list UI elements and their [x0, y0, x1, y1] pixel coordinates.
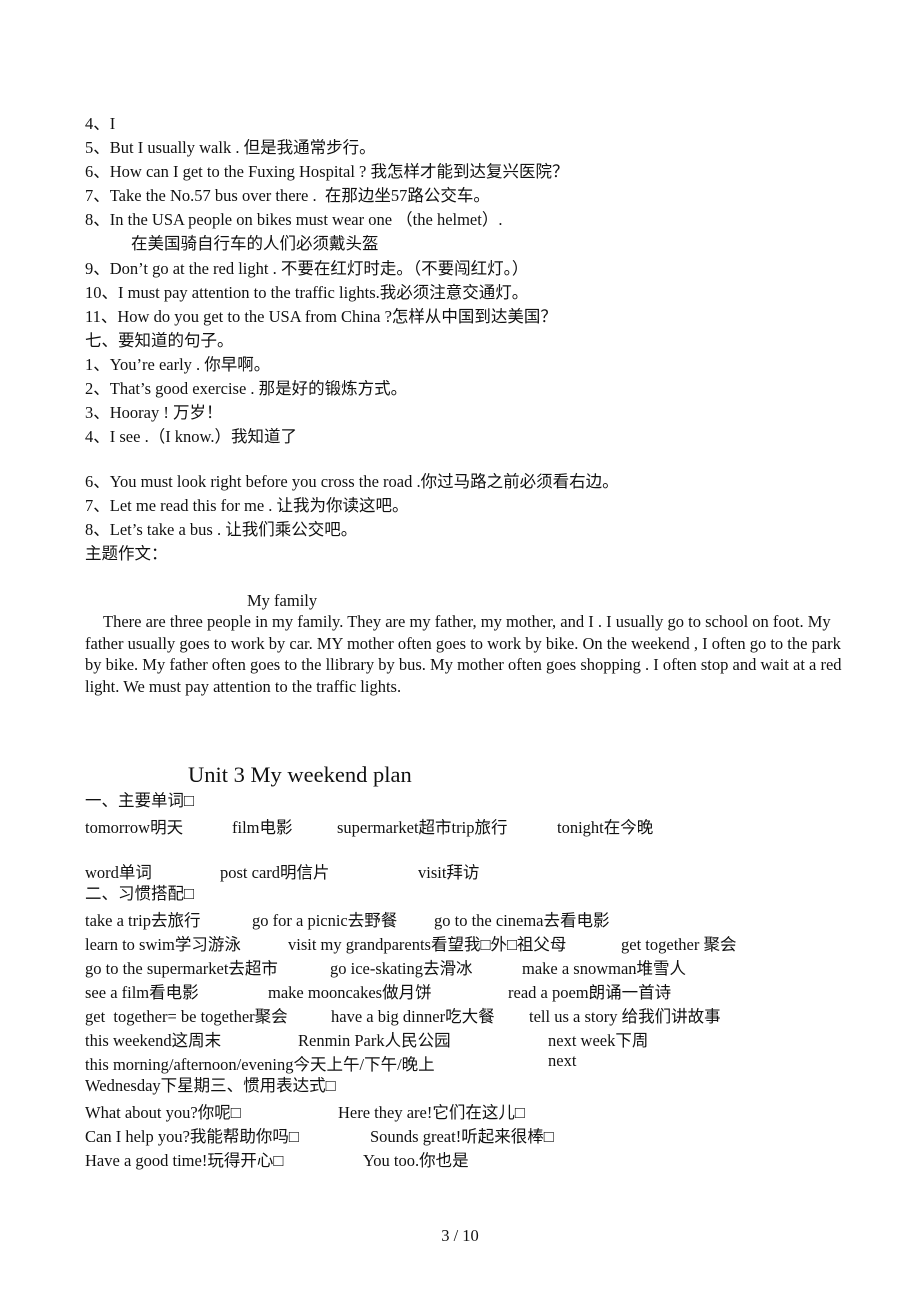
sentence-line: 6、How can I get to the Fuxing Hospital ?… — [85, 162, 569, 181]
phrase-item: go to the cinema去看电影 — [434, 911, 610, 930]
section-heading: 二、习惯搭配□ — [85, 884, 194, 903]
phrase-item: go to the supermarket去超市 — [85, 959, 278, 978]
section-heading: Wednesday下星期三、惯用表达式□ — [85, 1076, 336, 1095]
vocab-item: film电影 — [232, 818, 293, 837]
phrase-item: go for a picnic去野餐 — [252, 911, 398, 930]
vocab-item: word单词 — [85, 863, 152, 882]
sentence-line: 5、But I usually walk . 但是我通常步行。 — [85, 138, 376, 157]
vocab-item: tonight在今晚 — [557, 818, 654, 837]
phrase-item: this morning/afternoon/evening今天上午/下午/晚上 — [85, 1055, 435, 1074]
expression-item: Sounds great!听起来很棒□ — [370, 1127, 554, 1146]
phrase-item: next week下周 — [548, 1031, 649, 1050]
sentence-line: 6、You must look right before you cross t… — [85, 472, 619, 491]
sentence-line: 7、Let me read this for me . 让我为你读这吧。 — [85, 496, 409, 515]
phrase-item: take a trip去旅行 — [85, 911, 201, 930]
essay-title: My family — [247, 591, 318, 610]
vocab-item: tomorrow明天 — [85, 818, 184, 837]
phrase-item: Renmin Park人民公园 — [298, 1031, 451, 1050]
sentence-line: 3、Hooray ! 万岁！ — [85, 403, 223, 422]
sentence-line: 10、I must pay attention to the traffic l… — [85, 283, 529, 302]
essay-body: There are three people in my family. The… — [85, 612, 842, 696]
sentence-line: 11、How do you get to the USA from China … — [85, 307, 557, 326]
vocab-item: visit拜访 — [418, 863, 480, 882]
phrase-item: next — [548, 1051, 577, 1070]
phrase-item: see a film看电影 — [85, 983, 199, 1002]
phrase-item: this weekend这周末 — [85, 1031, 222, 1050]
vocab-item: supermarket超市trip旅行 — [337, 818, 508, 837]
phrase-item: get together 聚会 — [621, 935, 737, 954]
expression-item: What about you?你呢□ — [85, 1103, 241, 1122]
phrase-item: get together= be together聚会 — [85, 1007, 288, 1026]
sentence-line: 4、I — [85, 114, 116, 133]
vocab-item: post card明信片 — [220, 863, 330, 882]
sentence-line: 8、In the USA people on bikes must wear o… — [85, 210, 503, 229]
sentence-line: 7、Take the No.57 bus over there . 在那边坐57… — [85, 186, 490, 205]
sentence-line: 4、I see .（I know.）我知道了 — [85, 427, 298, 446]
sentence-line: 8、Let’s take a bus . 让我们乘公交吧。 — [85, 520, 358, 539]
essay-heading: 主题作文： — [85, 544, 168, 563]
phrase-item: tell us a story 给我们讲故事 — [529, 1007, 721, 1026]
sentence-translation: 在美国骑自行车的人们必须戴头盔 — [131, 234, 379, 253]
expression-item: Can I help you?我能帮助你吗□ — [85, 1127, 299, 1146]
expression-item: Here they are!它们在这儿□ — [338, 1103, 525, 1122]
sentence-line: 9、Don’t go at the red light . 不要在红灯时走。（不… — [85, 259, 529, 278]
phrase-item: have a big dinner吃大餐 — [331, 1007, 495, 1026]
phrase-item: learn to swim学习游泳 — [85, 935, 241, 954]
expression-item: You too.你也是 — [363, 1151, 469, 1170]
phrase-item: read a poem朗诵一首诗 — [508, 983, 672, 1002]
section-heading: 七、要知道的句子。 — [85, 331, 234, 350]
expression-item: Have a good time!玩得开心□ — [85, 1151, 284, 1170]
sentence-line: 2、That’s good exercise . 那是好的锻炼方式。 — [85, 379, 408, 398]
phrase-item: go ice-skating去滑冰 — [330, 959, 473, 978]
phrase-item: make mooncakes做月饼 — [268, 983, 432, 1002]
phrase-item: make a snowman堆雪人 — [522, 959, 687, 978]
sentence-line: 1、You’re early . 你早啊。 — [85, 355, 271, 374]
phrase-item: visit my grandparents看望我□外□祖父母 — [288, 935, 567, 954]
unit-title: Unit 3 My weekend plan — [188, 762, 412, 787]
section-heading: 一、主要单词□ — [85, 791, 194, 810]
page-number: 3 / 10 — [441, 1226, 479, 1245]
